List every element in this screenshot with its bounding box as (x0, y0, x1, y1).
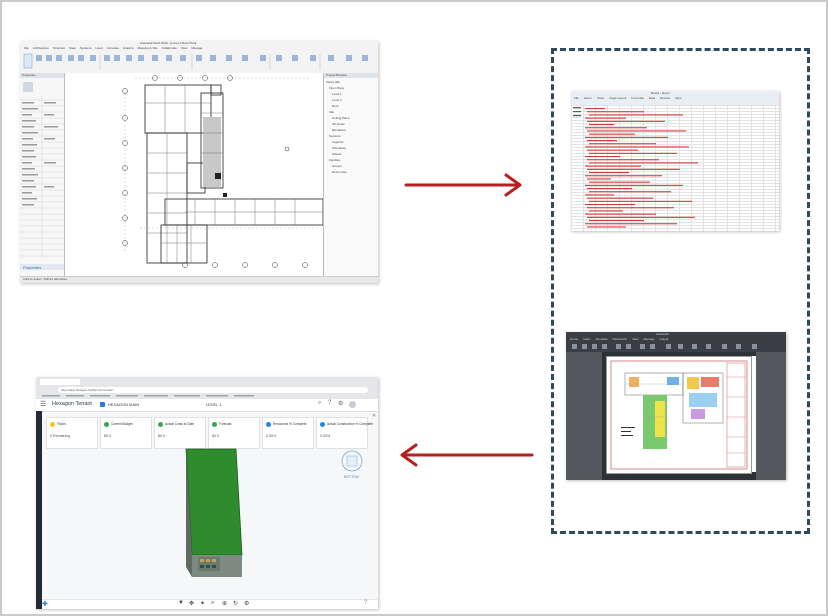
flow-arrows (400, 173, 534, 467)
arrow-export-to-webapp (400, 443, 534, 467)
arrow-revit-to-export (404, 173, 522, 197)
